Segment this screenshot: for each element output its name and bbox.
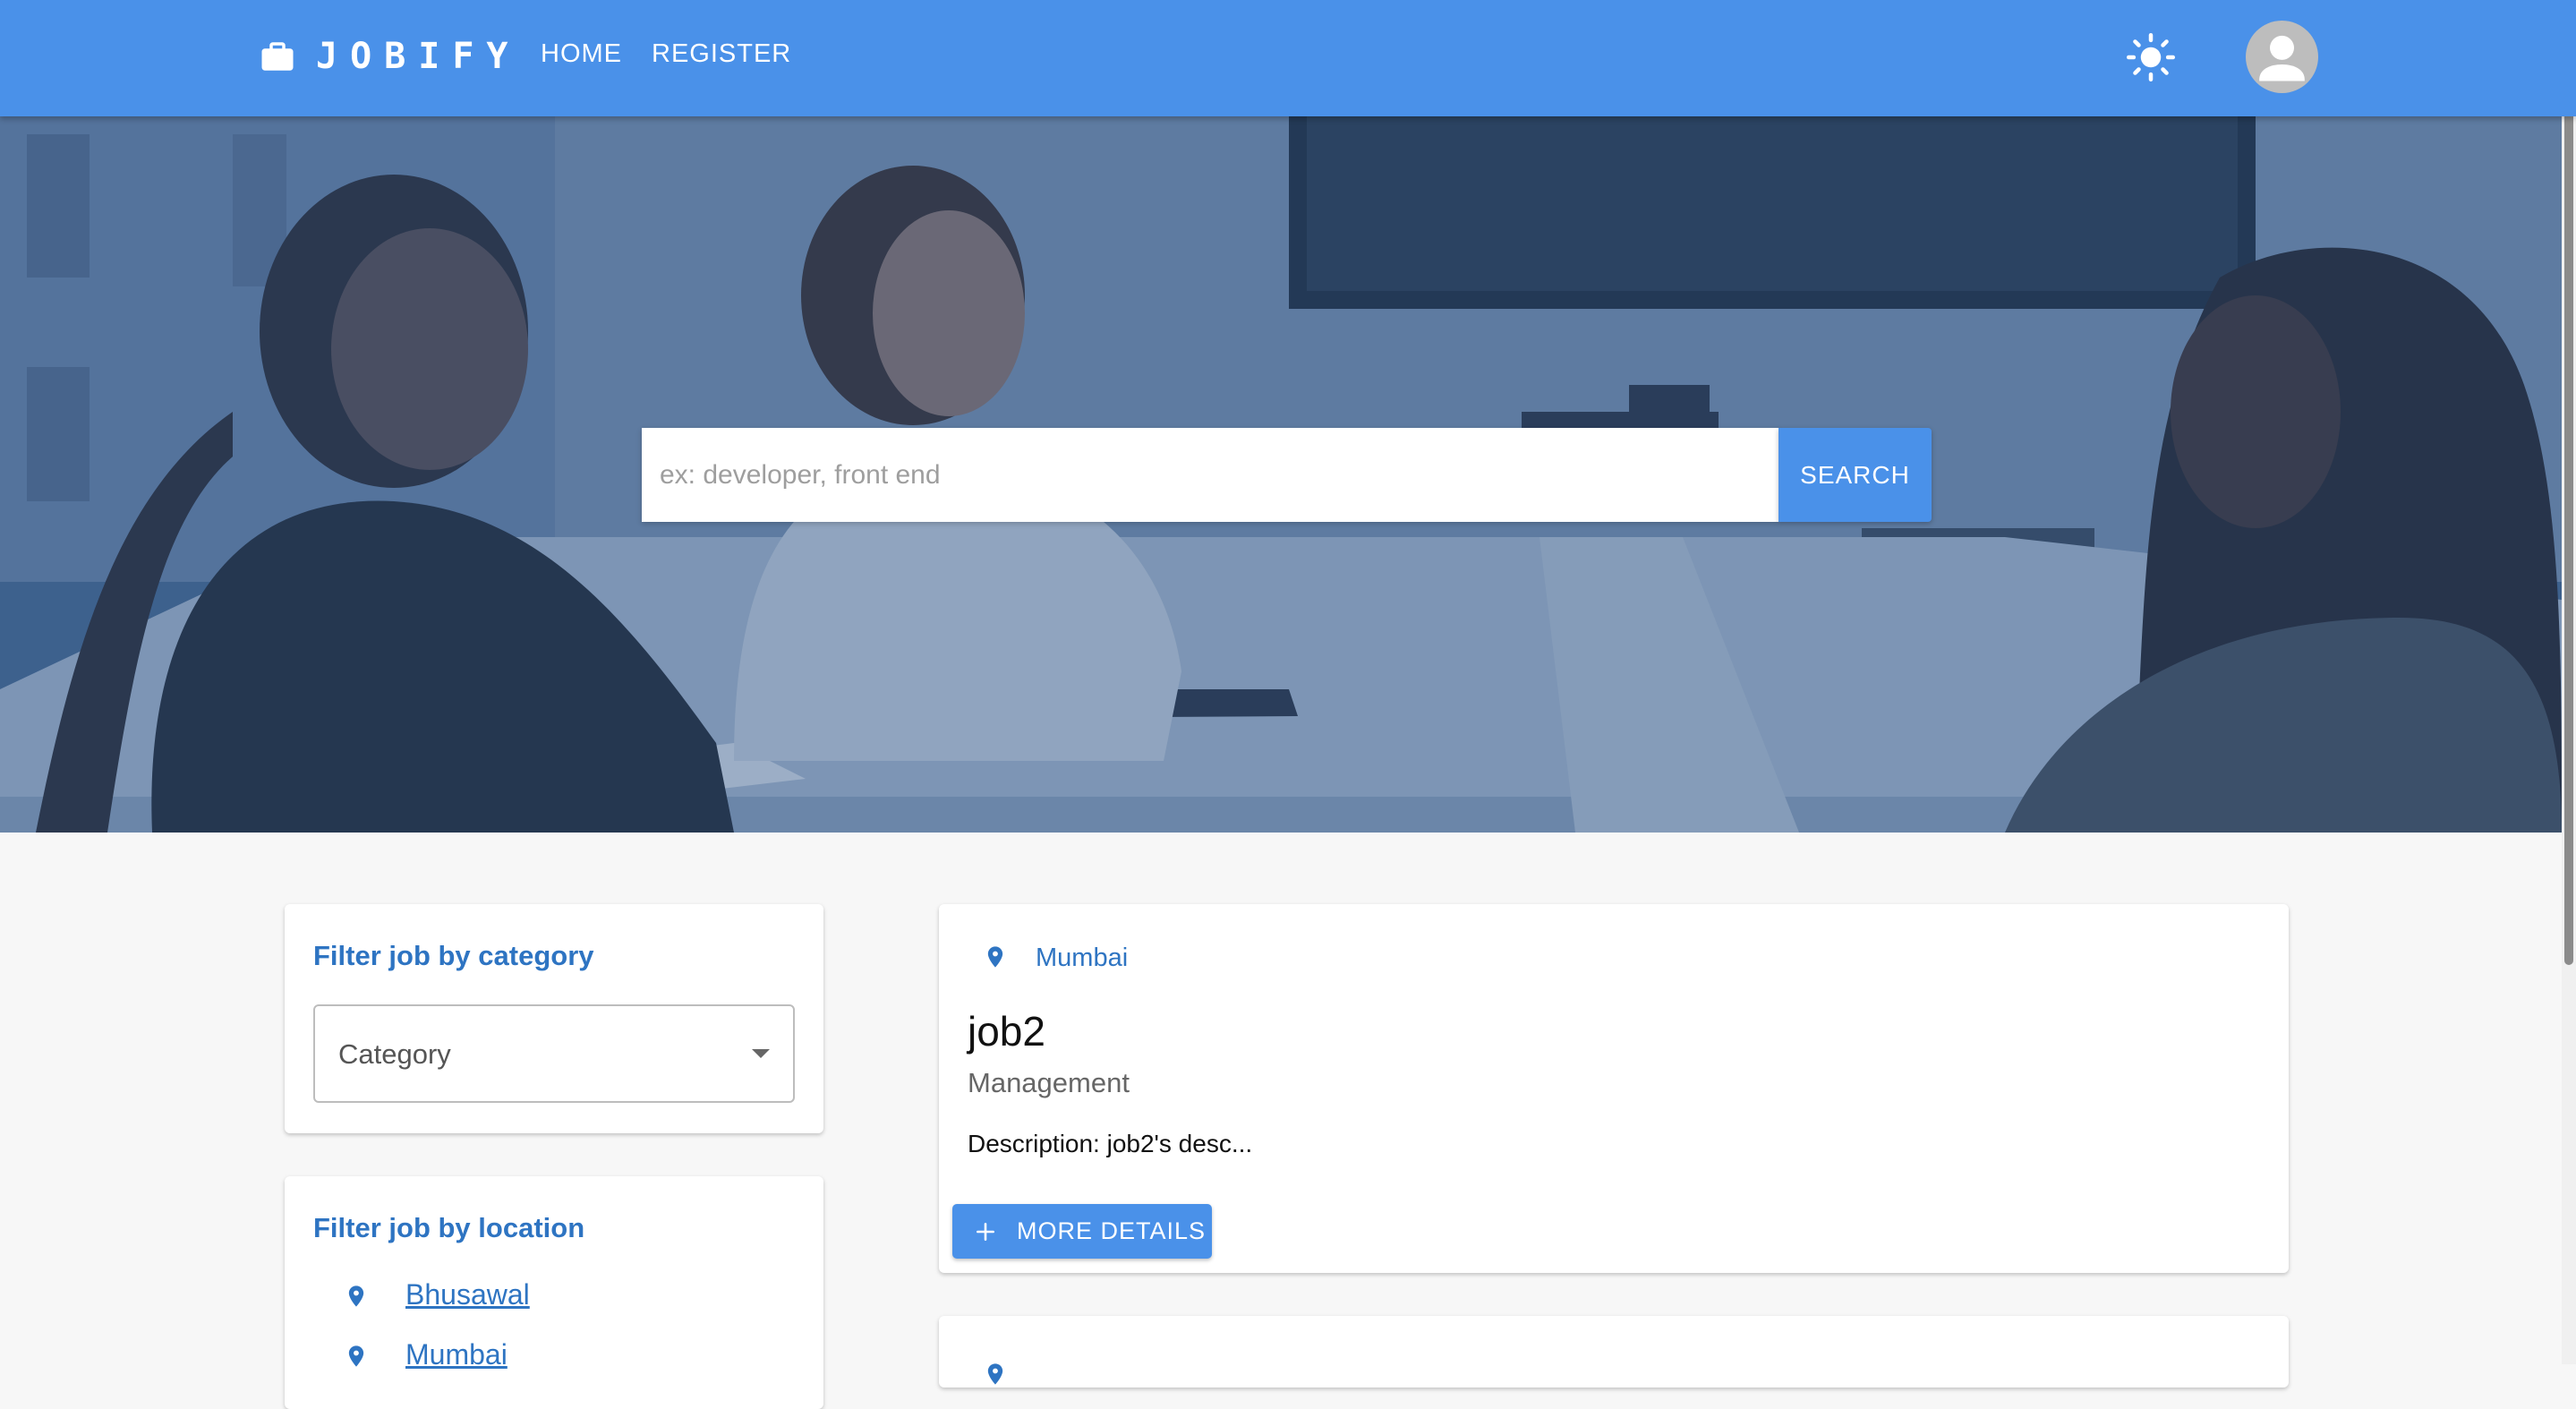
more-details-button[interactable]: MORE DETAILS [952,1204,1212,1259]
category-select-label: Category [338,1038,451,1070]
search-button[interactable]: SEARCH [1778,428,1932,522]
location-pin-icon [987,1363,1003,1385]
category-select[interactable]: Category [313,1004,795,1103]
avatar[interactable] [2246,21,2318,93]
app-bar: JOBIFY HOME REGISTER [0,0,2576,116]
location-pin-icon [987,946,1003,968]
category-filter-card: Filter job by category Category [285,904,823,1133]
location-filter-card: Filter job by location Bhusawal Mumbai [285,1176,823,1409]
page-scrollbar[interactable] [2562,0,2576,1364]
category-filter-title: Filter job by category [313,940,594,971]
briefcase-icon [261,42,294,71]
hero-banner: SEARCH [0,116,2562,833]
person-icon [2259,35,2305,81]
job-title: job2 [968,1008,1045,1055]
search-input[interactable] [642,428,1778,522]
brand-name: JOBIFY [316,36,521,77]
job-description: Description: job2's desc... [968,1130,1253,1157]
location-pin-icon [348,1345,364,1367]
caret-down-icon [752,1049,770,1058]
location-filter-title: Filter job by location [313,1212,585,1243]
location-link-bhusawal[interactable]: Bhusawal [405,1278,530,1311]
plus-icon [977,1222,994,1241]
nav-home[interactable]: HOME [541,39,622,69]
location-link-mumbai[interactable]: Mumbai [405,1338,508,1371]
job-location: Mumbai [1036,944,1129,972]
job-card-next [939,1316,2289,1388]
brand-logo[interactable]: JOBIFY [259,34,521,79]
location-pin-icon [348,1285,364,1307]
nav-register[interactable]: REGISTER [652,39,791,69]
sun-icon[interactable] [2127,33,2175,81]
job-category: Management [968,1067,1130,1098]
more-details-label: MORE DETAILS [1017,1217,1207,1244]
scrollbar-thumb[interactable] [2564,7,2573,965]
